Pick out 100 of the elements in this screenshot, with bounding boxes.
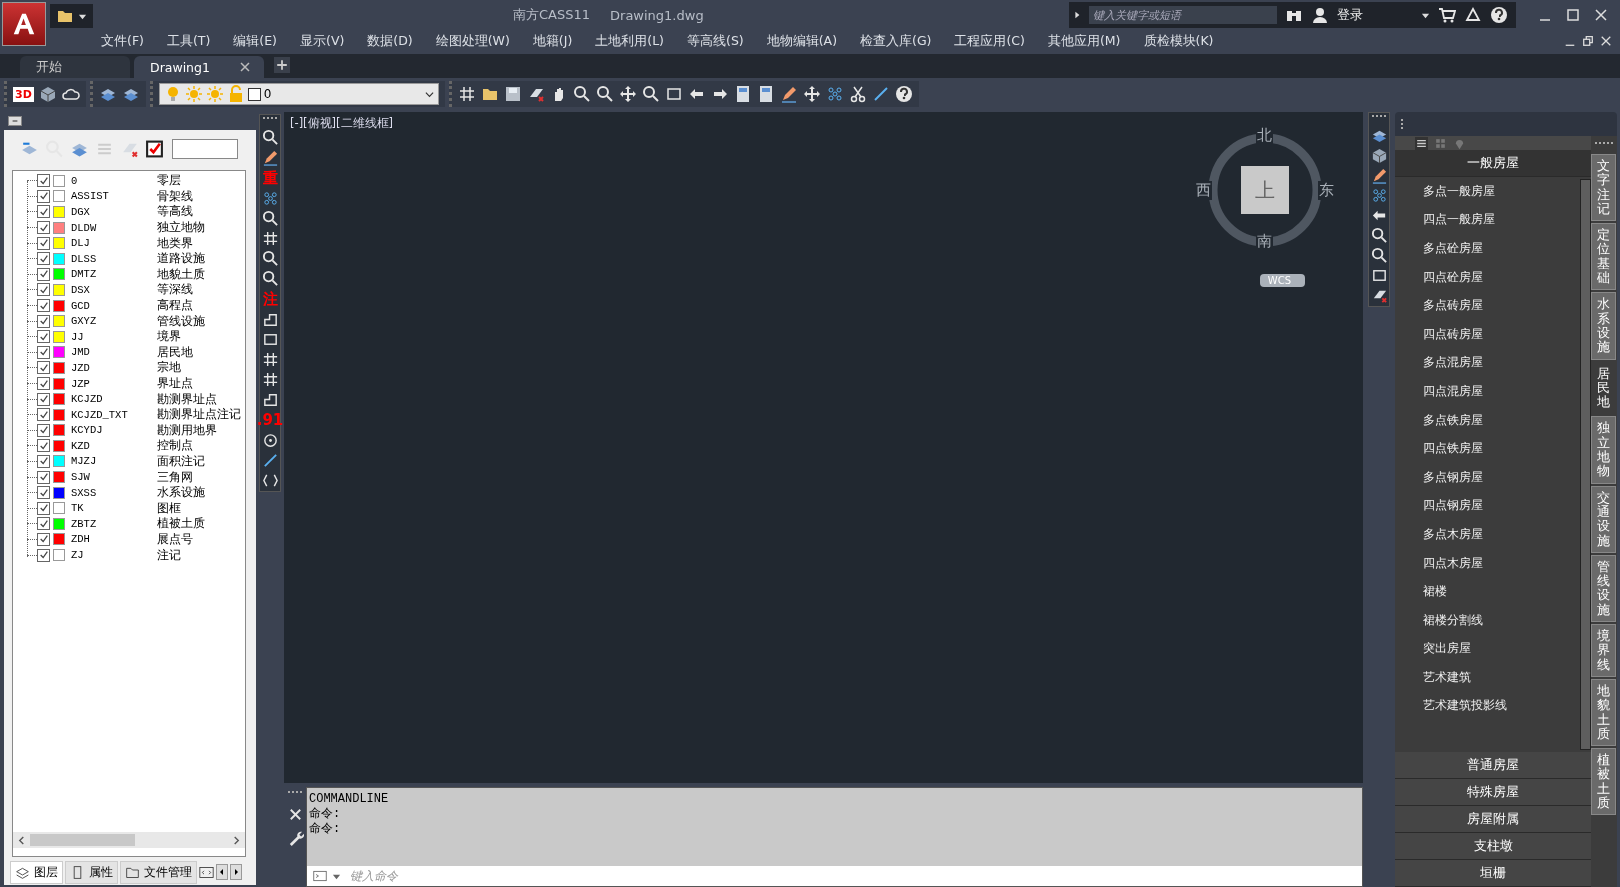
collapse-button[interactable] xyxy=(8,116,22,126)
app-menu-button[interactable] xyxy=(2,2,46,46)
zoom-icon[interactable] xyxy=(595,85,614,103)
save-icon[interactable] xyxy=(503,85,522,103)
grid-icon[interactable] xyxy=(261,351,279,368)
zoom-icon[interactable] xyxy=(572,85,591,103)
zoom-icon[interactable] xyxy=(261,129,279,146)
section-header[interactable]: 垣栅 xyxy=(1395,860,1591,887)
help-icon[interactable] xyxy=(894,85,913,103)
polyline-icon[interactable] xyxy=(261,311,279,328)
view-label[interactable]: [-][俯视][二维线框] xyxy=(290,116,394,131)
palette-item[interactable]: 四点木房屋 xyxy=(1395,548,1580,578)
close-icon[interactable] xyxy=(239,62,250,72)
maximize-icon[interactable] xyxy=(1566,8,1580,22)
pencil-icon[interactable] xyxy=(779,85,798,103)
menu-item[interactable]: 等高线(S) xyxy=(687,32,744,50)
layer-dropdown[interactable]: 0 xyxy=(158,83,439,105)
3d-icon[interactable]: 3D xyxy=(13,86,34,102)
palette-item[interactable]: 四点铁房屋 xyxy=(1395,434,1580,463)
section-header[interactable]: 特殊房屋 xyxy=(1395,779,1591,806)
points-icon[interactable] xyxy=(1370,187,1388,204)
menu-item[interactable]: 编辑(E) xyxy=(233,32,277,50)
move-icon[interactable] xyxy=(802,85,821,103)
menu-item[interactable]: 土地利用(L) xyxy=(595,32,664,50)
palette-item[interactable]: 艺术建筑 xyxy=(1395,663,1580,692)
category-tab[interactable]: 独立地物 xyxy=(1591,416,1616,484)
pencil-icon[interactable] xyxy=(1370,167,1388,184)
panel-tab[interactable]: 属性 xyxy=(65,860,118,884)
palette-item[interactable]: 多点砼房屋 xyxy=(1395,234,1580,263)
category-tab[interactable]: 地貌土质 xyxy=(1591,678,1616,747)
menu-item[interactable]: 检查入库(G) xyxy=(860,32,932,50)
restore-icon[interactable] xyxy=(1582,35,1594,47)
palette-item[interactable]: 多点砖房屋 xyxy=(1395,291,1580,320)
list-view-icon[interactable] xyxy=(1415,136,1428,150)
menu-item[interactable]: 工程应用(C) xyxy=(954,32,1025,50)
polyline-icon[interactable] xyxy=(261,391,279,408)
category-tab[interactable]: 定位基础 xyxy=(1591,223,1616,291)
menu-item[interactable]: 地籍(J) xyxy=(532,32,573,50)
file-tab[interactable]: 开始 xyxy=(20,56,130,78)
palette-item[interactable]: 四点砖房屋 xyxy=(1395,319,1580,349)
scissors-icon[interactable] xyxy=(848,85,867,103)
search-field[interactable]: 键入关键字或短语 xyxy=(1089,6,1277,24)
close-icon[interactable] xyxy=(1594,8,1608,22)
close-icon[interactable] xyxy=(1600,35,1612,47)
palette-item[interactable]: 艺术建筑投影线 xyxy=(1395,691,1580,721)
panel-tab[interactable]: 图层 xyxy=(10,860,63,884)
palette-item[interactable]: 多点铁房屋 xyxy=(1395,405,1580,435)
zoom-icon[interactable] xyxy=(261,210,279,227)
palette-item[interactable]: 四点一般房屋 xyxy=(1395,205,1580,235)
menu-item[interactable]: 质检模块(K) xyxy=(1143,32,1214,50)
menu-item[interactable]: 工具(T) xyxy=(166,32,211,50)
points-icon[interactable] xyxy=(261,190,279,207)
palette-item[interactable]: 多点混房屋 xyxy=(1395,348,1580,378)
category-tab[interactable]: 文字注记 xyxy=(1591,154,1616,222)
menu-item[interactable]: 地物编辑(A) xyxy=(766,32,837,50)
rectangle-icon[interactable] xyxy=(1370,267,1388,284)
login-button[interactable]: 登录 xyxy=(1337,6,1413,24)
cube-icon[interactable] xyxy=(38,85,57,103)
zoom-icon[interactable] xyxy=(261,250,279,267)
zoom-icon[interactable] xyxy=(1370,227,1388,244)
category-tab[interactable]: 境界线 xyxy=(1591,624,1616,677)
category-tab[interactable]: 水系设施 xyxy=(1591,292,1616,360)
tiles-view-icon[interactable] xyxy=(1434,136,1447,150)
palette-item[interactable]: 多点一般房屋 xyxy=(1395,177,1580,206)
terminal-icon[interactable] xyxy=(311,869,329,883)
bracket-icon[interactable] xyxy=(261,472,279,489)
section-header[interactable]: 房屋附属 xyxy=(1395,806,1591,833)
palette-item[interactable]: 四点钢房屋 xyxy=(1395,491,1580,521)
menu-item[interactable]: 其他应用(M) xyxy=(1047,32,1121,50)
zoom-icon[interactable] xyxy=(641,85,660,103)
palette-item[interactable]: 多点钢房屋 xyxy=(1395,462,1580,492)
expand-icon[interactable] xyxy=(1073,11,1081,19)
category-tab[interactable]: 管线设施 xyxy=(1591,554,1616,622)
panel-tab[interactable]: 文件管理 xyxy=(120,860,197,884)
grid-icon[interactable] xyxy=(261,371,279,388)
filter-field[interactable] xyxy=(172,139,238,159)
vertical-scrollbar[interactable] xyxy=(1580,179,1591,750)
menu-item[interactable]: 文件(F) xyxy=(101,32,144,50)
grid-icon[interactable] xyxy=(457,85,476,103)
menu-item[interactable]: 显示(V) xyxy=(300,32,345,50)
section-header[interactable]: 支柱墩 xyxy=(1395,833,1591,860)
category-tab[interactable]: 植被土质 xyxy=(1591,748,1616,816)
palette-item[interactable]: 四点砼房屋 xyxy=(1395,262,1580,292)
file-tab[interactable]: Drawing1 xyxy=(134,56,264,78)
menu-item[interactable]: 数据(D) xyxy=(367,32,413,50)
palette-item[interactable]: 多点木房屋 xyxy=(1395,520,1580,549)
grid-icon[interactable] xyxy=(261,230,279,247)
palette-item[interactable]: 裙楼分割线 xyxy=(1395,605,1580,635)
help-icon[interactable] xyxy=(1490,6,1508,24)
rectangle-icon[interactable] xyxy=(664,85,683,103)
section-header[interactable]: 普通房屋 xyxy=(1395,752,1591,779)
palette-item[interactable]: 四点混房屋 xyxy=(1395,377,1580,406)
line-icon[interactable] xyxy=(261,452,279,469)
palette-item[interactable]: 突出房屋 xyxy=(1395,634,1580,664)
points-icon[interactable] xyxy=(825,85,844,103)
cube-icon[interactable] xyxy=(1370,147,1388,164)
palette-item[interactable]: 裙楼 xyxy=(1395,577,1580,606)
add-tab-icon[interactable] xyxy=(273,57,290,73)
cart-icon[interactable] xyxy=(1438,6,1456,24)
move-icon[interactable] xyxy=(618,85,637,103)
